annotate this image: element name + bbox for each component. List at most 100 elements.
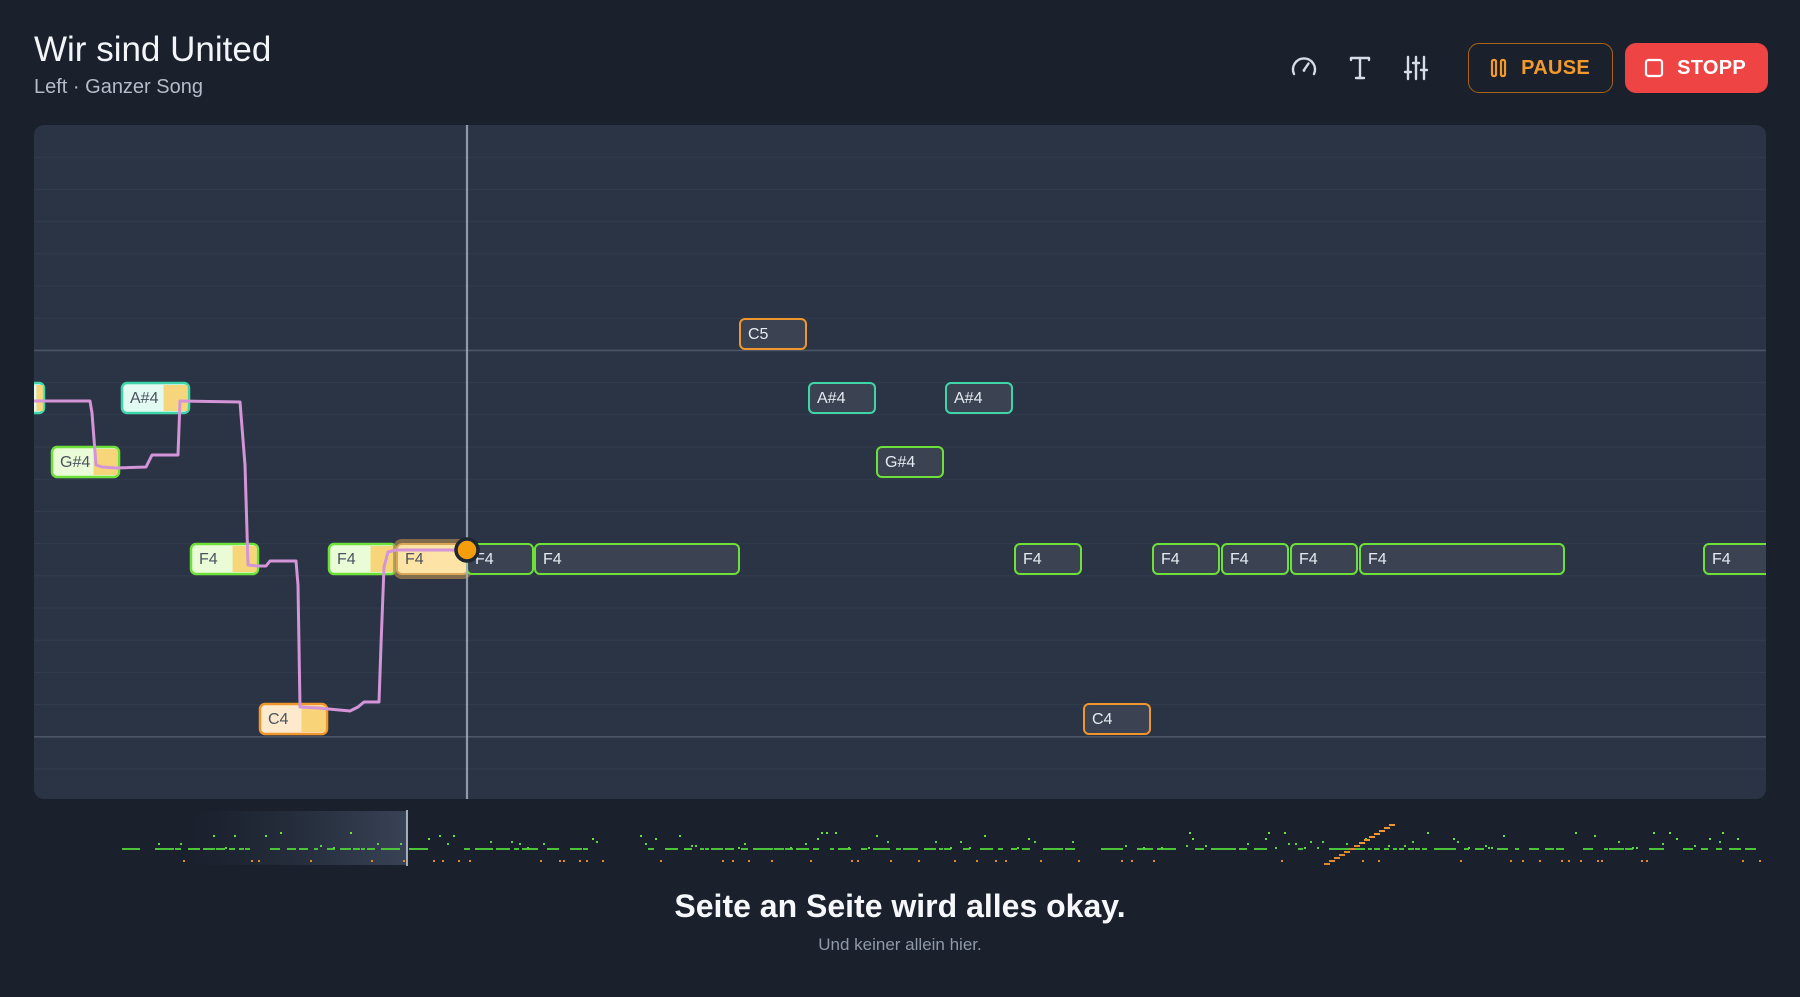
minimap-note bbox=[1359, 842, 1365, 844]
minimap-note bbox=[371, 860, 373, 862]
minimap-note bbox=[1632, 847, 1634, 849]
minimap-note bbox=[1515, 848, 1519, 850]
minimap-note bbox=[519, 843, 521, 845]
minimap-note bbox=[1242, 848, 1246, 850]
piano-roll[interactable]: A#4 G#4 F4 C4 F4 F4 F4 F4 C5 A#4 G#4 A#4 F4 C4 F4 F4 F4 F… bbox=[34, 125, 1766, 799]
minimap-note bbox=[835, 832, 837, 834]
minimap-note bbox=[640, 835, 642, 837]
minimap-note bbox=[1719, 841, 1721, 843]
minimap-note bbox=[490, 841, 492, 843]
minimap-note bbox=[1362, 860, 1364, 862]
note-label: F4 bbox=[1299, 551, 1318, 568]
minimap-note bbox=[527, 847, 529, 849]
minimap-note bbox=[821, 832, 823, 834]
minimap-note bbox=[1646, 860, 1648, 862]
minimap-note bbox=[333, 847, 335, 849]
minimap-note bbox=[469, 860, 471, 862]
minimap-note bbox=[534, 848, 538, 850]
minimap-note bbox=[1733, 848, 1741, 850]
note-layer: A#4 G#4 F4 C4 F4 F4 F4 F4 C5 A#4 G#4 A#4 F4 C4 F4 F4 F4 F… bbox=[34, 318, 1766, 736]
minimap-note bbox=[1752, 848, 1756, 850]
minimap-note bbox=[1404, 845, 1406, 847]
note-label: F4 bbox=[199, 551, 218, 568]
minimap-note bbox=[442, 860, 444, 862]
note-label: A#4 bbox=[817, 390, 846, 407]
minimap-note bbox=[1604, 848, 1608, 850]
minimap-note bbox=[422, 848, 428, 850]
minimap-note bbox=[1384, 848, 1389, 850]
note-label: G#4 bbox=[885, 454, 915, 471]
minimap-note bbox=[1656, 848, 1664, 850]
gauge-icon[interactable] bbox=[1282, 46, 1326, 90]
minimap-note bbox=[1341, 848, 1349, 850]
minimap-note bbox=[1072, 841, 1074, 843]
minimap-note bbox=[1669, 832, 1671, 834]
note-c4: C4 bbox=[1083, 703, 1151, 735]
minimap-note bbox=[679, 835, 681, 837]
minimap-note bbox=[543, 843, 545, 845]
minimap-note bbox=[1716, 848, 1722, 850]
minimap-note bbox=[464, 848, 470, 850]
minimap-note bbox=[1618, 841, 1620, 843]
pause-label: PAUSE bbox=[1521, 56, 1591, 79]
minimap-note bbox=[1167, 848, 1176, 850]
minimap-note bbox=[954, 860, 956, 862]
minimap-note bbox=[1601, 860, 1603, 862]
pause-button[interactable]: PAUSE bbox=[1468, 43, 1614, 93]
minimap-note bbox=[762, 848, 766, 850]
sliders-icon[interactable] bbox=[1394, 46, 1438, 90]
minimap-note bbox=[1759, 860, 1761, 862]
minimap-note bbox=[1722, 832, 1724, 834]
current-lyric-line: Seite an Seite wird alles okay. bbox=[674, 888, 1126, 924]
minimap-note bbox=[1334, 848, 1342, 850]
minimap-note bbox=[1615, 848, 1624, 850]
minimap-note bbox=[1408, 848, 1414, 850]
minimap-note bbox=[995, 860, 997, 862]
note-hit-fill bbox=[163, 385, 188, 411]
minimap-note bbox=[346, 848, 351, 850]
minimap-note bbox=[1457, 841, 1459, 843]
minimap-note bbox=[1281, 860, 1283, 862]
minimap-note bbox=[504, 848, 510, 850]
song-overview-minimap[interactable] bbox=[34, 808, 1766, 868]
minimap-note bbox=[826, 832, 828, 834]
minimap-note bbox=[1636, 847, 1638, 849]
minimap-note bbox=[265, 835, 267, 837]
minimap-note bbox=[514, 848, 519, 850]
minimap-note bbox=[1364, 839, 1370, 841]
minimap-note bbox=[950, 847, 952, 849]
note-block bbox=[1359, 543, 1565, 575]
note-label: G#4 bbox=[60, 454, 90, 471]
minimap-note bbox=[848, 847, 850, 849]
note-label: F4 bbox=[1712, 551, 1731, 568]
minimap-note bbox=[1189, 832, 1191, 834]
minimap-note bbox=[1556, 848, 1564, 850]
song-header: Wir sind United Left · Ganzer Song bbox=[34, 30, 271, 100]
minimap-note bbox=[552, 848, 559, 850]
minimap-note bbox=[1334, 857, 1340, 859]
minimap-note bbox=[1005, 860, 1007, 862]
minimap-note bbox=[251, 860, 253, 862]
minimap-note bbox=[1609, 848, 1615, 850]
note-f4: F4 bbox=[1703, 543, 1766, 575]
minimap-note bbox=[672, 848, 678, 850]
minimap-note bbox=[963, 848, 970, 850]
note-gsharp4: G#4 bbox=[876, 446, 944, 478]
minimap-note bbox=[660, 860, 662, 862]
minimap-note bbox=[1344, 851, 1350, 853]
note-c5: C5 bbox=[739, 318, 807, 350]
minimap-note bbox=[748, 860, 750, 862]
minimap-note bbox=[1368, 848, 1372, 850]
minimap-canvas bbox=[122, 810, 1761, 866]
minimap-note bbox=[1447, 848, 1456, 850]
voice-cursor-dot bbox=[454, 537, 480, 563]
minimap-note bbox=[458, 860, 460, 862]
minimap-note bbox=[1078, 860, 1080, 862]
minimap-note bbox=[744, 843, 746, 845]
minimap-note bbox=[1374, 833, 1380, 835]
minimap-note bbox=[700, 848, 704, 850]
text-icon[interactable] bbox=[1338, 46, 1382, 90]
stop-button[interactable]: STOPP bbox=[1625, 43, 1768, 93]
minimap-note bbox=[239, 848, 244, 850]
minimap-note bbox=[687, 848, 692, 850]
